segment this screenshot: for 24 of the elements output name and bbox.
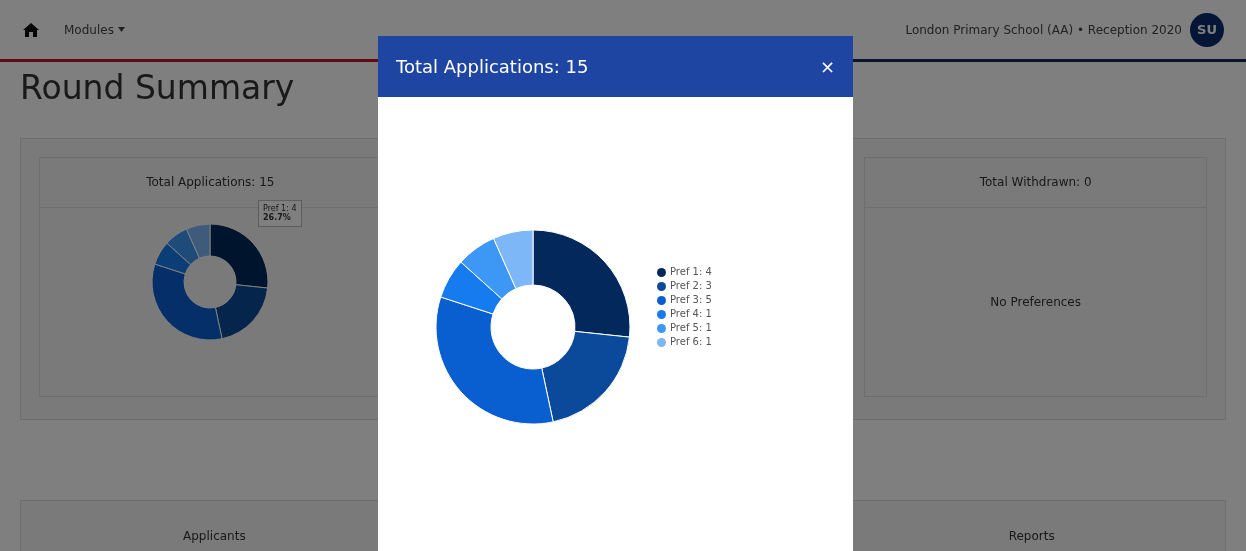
legend-label: Pref 6: 1 — [670, 335, 712, 349]
tooltip-label: Pref 1: 4 — [263, 203, 297, 213]
tooltip-percent: 26.7% — [263, 213, 292, 223]
legend-label: Pref 2: 3 — [670, 279, 712, 293]
user-avatar[interactable]: SU — [1190, 12, 1224, 47]
donut-slice[interactable] — [532, 229, 631, 338]
card-title: Total Applications: 15 — [146, 174, 275, 192]
section-title: Applicants — [183, 528, 246, 543]
empty-message: No Preferences — [990, 293, 1081, 311]
legend-label: Pref 4: 1 — [670, 307, 712, 321]
school-context: London Primary School (AA) • Reception 2020 — [905, 21, 1182, 39]
card-title: Total Withdrawn: 0 — [979, 174, 1092, 192]
close-button[interactable]: × — [819, 57, 835, 76]
donut-slice[interactable] — [435, 296, 554, 425]
section-title: Reports — [1008, 528, 1055, 543]
home-icon[interactable] — [22, 21, 40, 38]
legend-label: Pref 1: 4 — [670, 265, 712, 279]
modal-title: Total Applications: 15 — [396, 55, 589, 79]
legend-label: Pref 5: 1 — [670, 321, 712, 335]
legend-label: Pref 3: 5 — [670, 293, 712, 307]
donut-slice[interactable] — [541, 330, 630, 423]
caret-icon — [117, 27, 125, 32]
modules-dropdown[interactable]: Modules — [64, 20, 114, 39]
donut-slice — [215, 283, 269, 339]
